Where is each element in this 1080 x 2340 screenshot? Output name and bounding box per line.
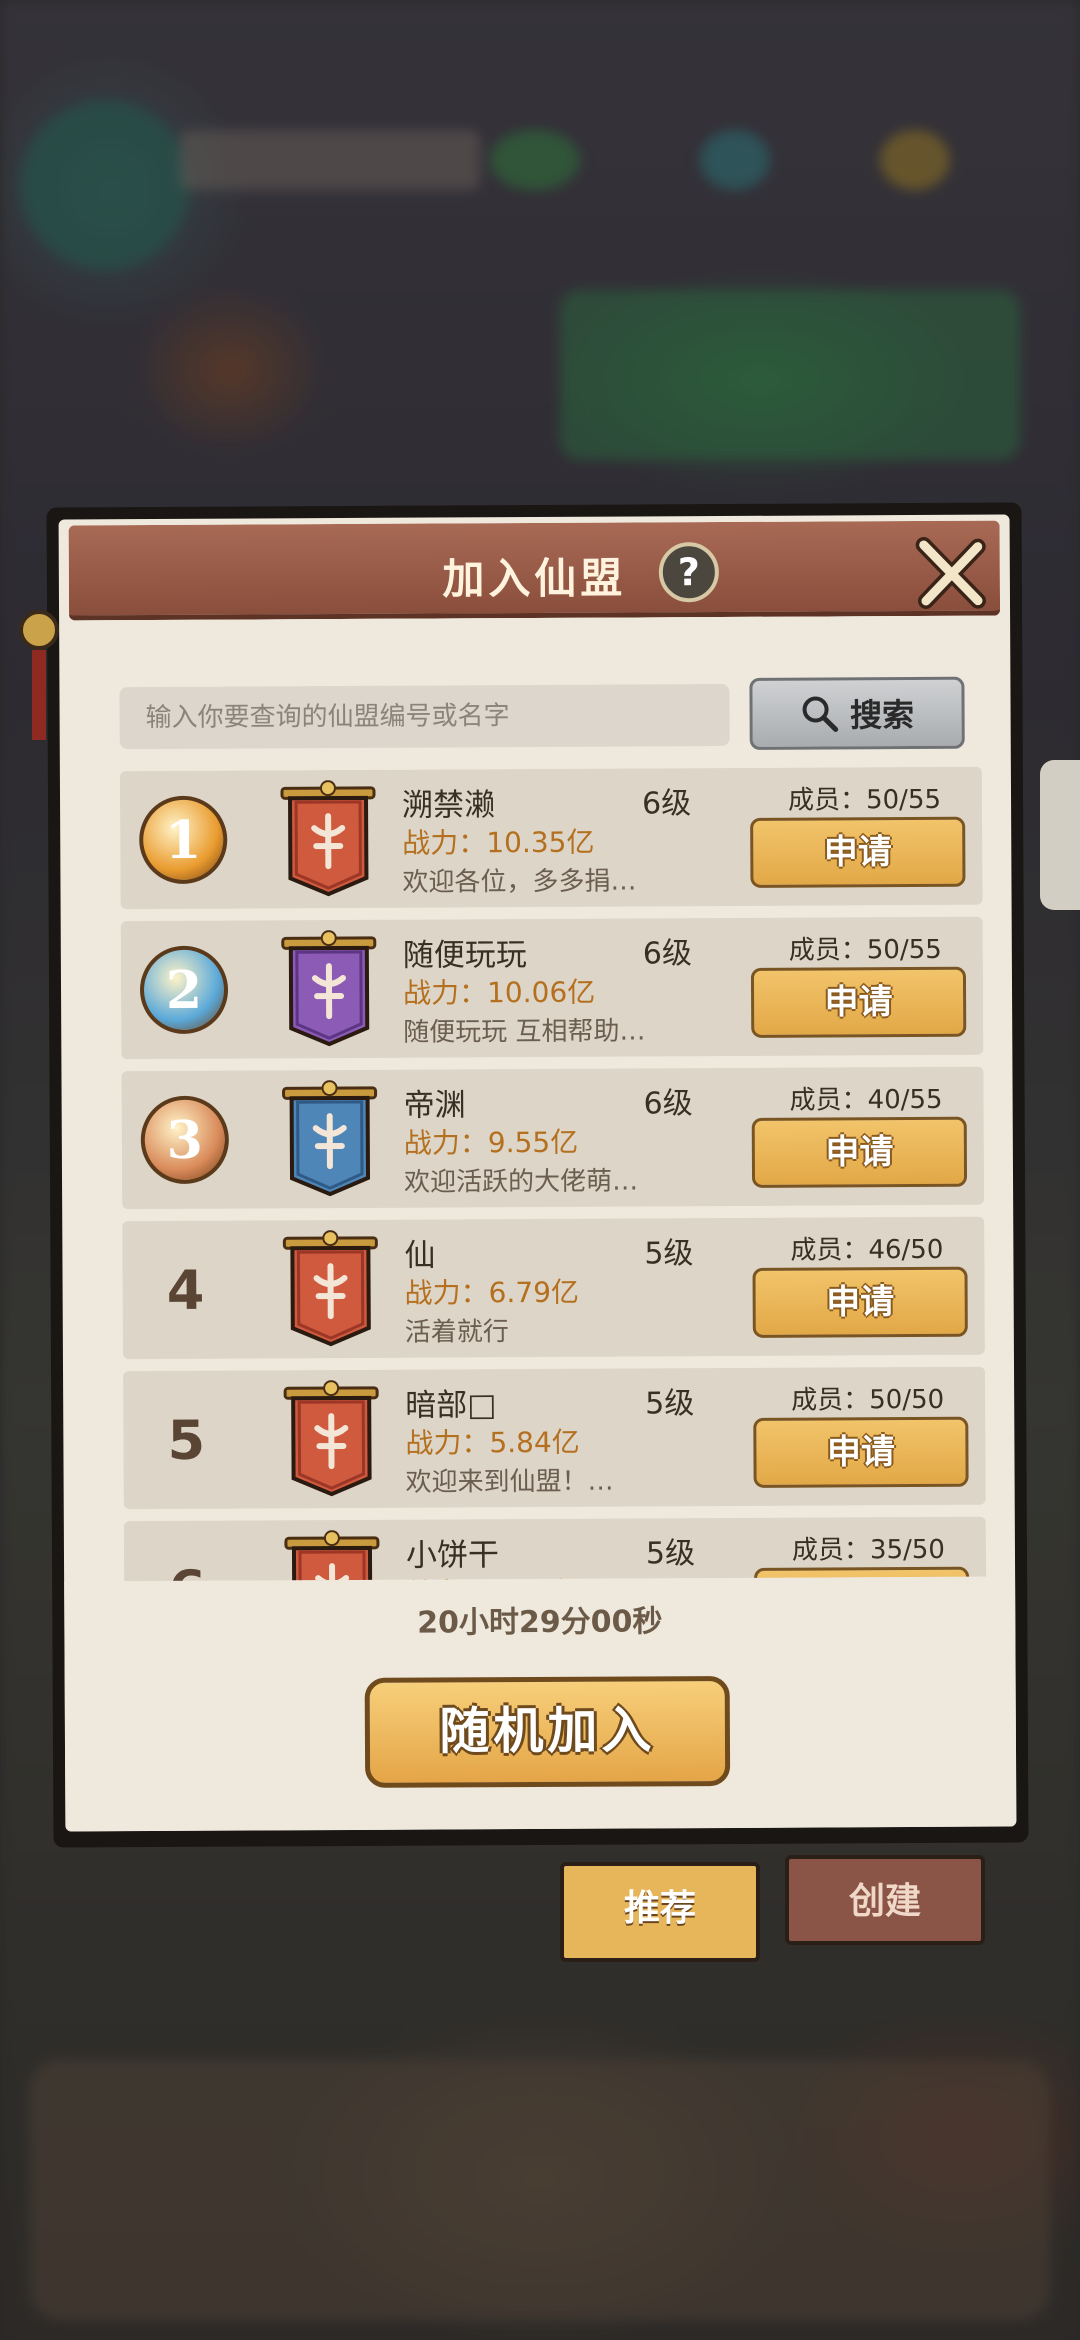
guild-row: 6小饼干5级战力：4.68亿长期招收活跃高战成员：35/50申请 [123,1516,987,1582]
guild-level: 6级 [642,936,693,972]
guild-banner-icon [280,1080,381,1199]
guild-banner-icon [278,780,379,899]
guild-name: 仙 [404,1237,436,1274]
members-prefix: 成员： [791,1535,871,1566]
guild-power: 战力：6.79亿 [405,1271,580,1312]
guild-members: 成员：46/50 [790,1229,943,1267]
guild-banner-icon [280,1230,381,1349]
power-value: 5.84亿 [489,1425,580,1460]
guild-row: 2 随便玩玩 6级战力：10.06亿随便玩玩 互相帮助… 成员：50/55 申请 [120,916,984,1060]
power-value: 10.06亿 [486,975,596,1010]
search-button-label: 搜索 [849,696,915,735]
power-prefix: 战力： [403,1126,488,1160]
guild-members: 成员：50/55 [788,779,941,817]
guild-description: 欢迎来到仙盟！… [405,1466,614,1498]
tassel-ornament [14,590,64,770]
guild-name: 小饼干 [405,1537,500,1574]
magnifier-icon [803,696,839,732]
guild-members: 成员：50/55 [789,929,942,967]
guild-description: 欢迎各位，多多捐… [402,866,637,898]
members-value: 50/55 [866,934,942,966]
guild-name: 溯禁濑 [401,787,496,824]
guild-members: 成员：50/50 [791,1379,944,1417]
members-value: 40/55 [867,1084,943,1116]
members-value: 50/55 [865,784,942,816]
guild-name: 随便玩玩 [402,937,527,974]
rank-badge: 4 [140,1245,230,1335]
join-guild-dialog: 加入仙盟 ? 输入你要查询的仙盟编号或名字 搜索 1 溯禁濑 6级 战力：10.35亿… [46,502,1029,1848]
rank-badge: 2 [139,945,229,1035]
rank-number: 4 [166,1258,205,1322]
guild-row: 5 暗部□ 5级战力：5.84亿欢迎来到仙盟！… 成员：50/50 申请 [123,1366,986,1510]
members-prefix: 成员： [788,935,867,966]
apply-button[interactable]: 申请 [751,1116,968,1188]
members-value: 35/50 [869,1534,946,1566]
members-prefix: 成员： [789,1085,868,1116]
guild-name: 帝渊 [403,1087,466,1124]
guild-banner-icon [279,930,380,1049]
power-value: 9.55亿 [487,1125,579,1160]
close-icon [915,536,986,609]
power-prefix: 战力： [405,1426,490,1460]
guild-name: 暗部□ [405,1387,497,1424]
power-prefix: 战力： [404,1276,489,1310]
rank-medal-icon: 1 [139,795,228,885]
dialog-title: 加入仙盟 [442,553,627,604]
guild-power: 战力：5.84亿 [405,1421,580,1462]
members-prefix: 成员： [787,785,867,816]
guild-list[interactable]: 1 溯禁濑 6级 战力：10.35亿 欢迎各位，多多捐… 成员：50/55 申请 2 随便玩玩 6… [119,766,987,1582]
guild-level: 6级 [641,786,692,822]
rank-number: 6 [168,1558,206,1581]
members-prefix: 成员： [791,1385,870,1416]
tab-recommend[interactable]: 推荐 [560,1862,760,1962]
rank-badge: 5 [141,1395,231,1485]
dialog-panel: 加入仙盟 ? 输入你要查询的仙盟编号或名字 搜索 1 溯禁濑 6级 战力：10.35亿… [58,514,1017,1832]
guild-description: 随便玩玩 互相帮助… [403,1016,646,1048]
power-prefix: 战力： [402,826,487,860]
search-input[interactable]: 输入你要查询的仙盟编号或名字 [119,683,730,750]
power-value: 6.79亿 [488,1275,580,1310]
power-prefix: 战力： [402,976,488,1010]
guild-members: 成员：40/55 [790,1079,943,1117]
rank-badge: 6 [142,1545,232,1581]
rank-medal-icon: 3 [140,1095,230,1185]
rank-badge: 3 [140,1095,230,1185]
tab-create[interactable]: 创建 [785,1855,985,1945]
guild-level: 5级 [644,1236,694,1272]
rank-badge: 1 [138,795,228,885]
help-button[interactable]: ? [658,542,720,603]
guild-row: 4 仙 5级战力：6.79亿活着就行 成员：46/50 申请 [122,1216,985,1360]
guild-power: 战力：9.55亿 [404,1121,579,1162]
members-value: 46/50 [868,1234,944,1266]
refresh-timer: 20小时29分00秒 [417,1604,663,1641]
guild-banner-icon [281,1380,382,1499]
guild-row: 3 帝渊 6级战力：9.55亿欢迎活跃的大佬萌… 成员：40/55 申请 [121,1066,985,1210]
close-button[interactable] [912,535,990,613]
search-button[interactable]: 搜索 [749,676,965,750]
random-join-button[interactable]: 随机加入 [364,1676,731,1788]
side-edge-tab [1040,760,1080,910]
guild-description: 活着就行 [404,1317,509,1348]
guild-banner-icon [282,1530,383,1582]
power-value: 10.35亿 [486,825,595,860]
apply-button[interactable]: 申请 [750,966,967,1038]
title-bar: 加入仙盟 ? [68,520,1001,621]
members-value: 50/50 [869,1384,945,1416]
guild-members: 成员：35/50 [792,1529,945,1567]
apply-button[interactable]: 申请 [752,1266,968,1338]
apply-button[interactable]: 申请 [750,816,966,888]
guild-level: 5级 [645,1386,695,1422]
members-prefix: 成员： [790,1235,869,1266]
rank-medal-icon: 2 [139,945,229,1035]
apply-button[interactable]: 申请 [753,1416,969,1488]
guild-level: 5级 [645,1536,696,1572]
guild-level: 6级 [643,1086,693,1122]
guild-power: 战力：10.35亿 [402,821,594,862]
guild-row: 1 溯禁濑 6级战力：10.35亿欢迎各位，多多捐… 成员：50/55 申请 [119,766,983,910]
guild-power: 战力：10.06亿 [403,971,595,1012]
guild-description: 欢迎活跃的大佬萌… [403,1166,639,1198]
rank-number: 5 [167,1408,206,1472]
